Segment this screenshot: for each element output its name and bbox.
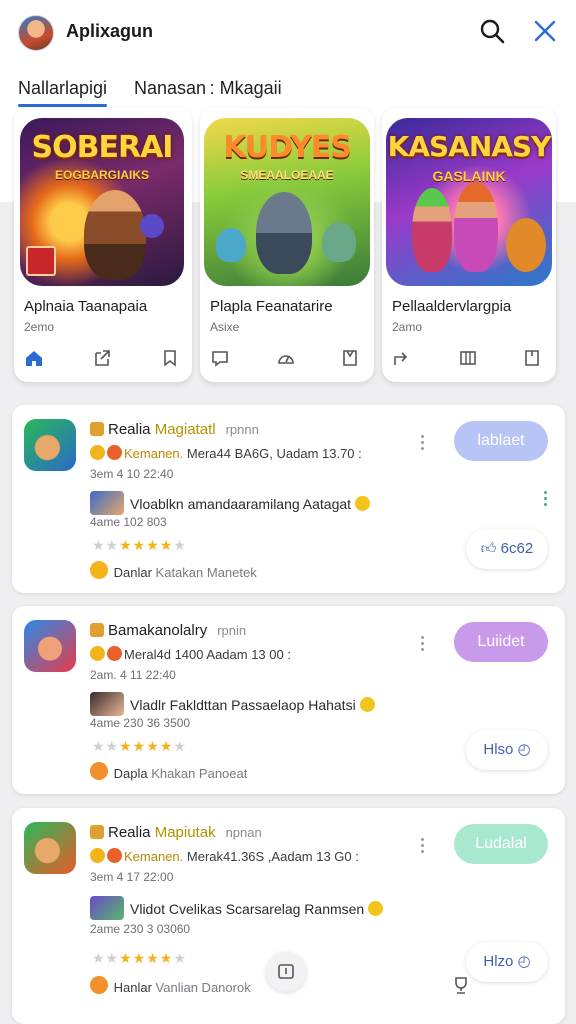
featured-app-sub: Asixe — [210, 320, 240, 334]
developer-line: Hanlar Vanlian Danorok — [90, 976, 251, 995]
result-date: 3em 4 17 22:00 — [90, 870, 174, 884]
artwork-logo-text: KUDYES — [223, 130, 352, 165]
clock-icon: ◴ — [517, 953, 531, 970]
result-title: Realia Magiatatl rpnnn — [90, 421, 259, 438]
artwork-logo-text: KASANASY — [387, 130, 552, 163]
tab-bar: Nallarlapigi Nanasan : Mkagaii — [0, 62, 576, 114]
screen-icon — [278, 964, 294, 979]
result-review: Vladlr Fakldttan Passaelaop Hahatsi — [90, 692, 377, 716]
result-title: Realia Mapiutak npnan — [90, 824, 262, 841]
star-rating: ★★★★★★★ — [92, 738, 187, 754]
developer-line: Dapla Khakan Panoeat — [90, 762, 247, 781]
app-icon — [24, 419, 76, 471]
featured-card-3[interactable]: KASANASY GASLAINK Pellaaldervlargpia 2am… — [382, 108, 556, 382]
featured-actions — [210, 348, 362, 370]
result-review: Vlidot Cvelikas Scarsarelag Ranmsen — [90, 896, 385, 920]
result-count: 4ame 230 36 3500 — [90, 716, 191, 730]
install-button[interactable]: Ludalal — [454, 824, 548, 864]
game-artwork: SOBERAI EOGBARGIAIKS — [20, 118, 184, 286]
featured-app-name: Pellaaldervlargpia — [392, 298, 512, 315]
info-button[interactable]: Hlso ◴ — [466, 730, 548, 770]
columns-icon[interactable] — [458, 348, 478, 368]
app-icon — [24, 620, 76, 672]
gauge-icon[interactable] — [276, 348, 296, 368]
result-meta: Kemanen. Mera44 BA6G, Uadam 13.70 : — [90, 445, 362, 461]
bookmark-icon[interactable] — [160, 348, 180, 368]
result-meta: Meral4d 1400 Aadam 13 00 : — [90, 646, 291, 662]
bookmark-icon[interactable] — [522, 348, 542, 368]
trophy-icon[interactable] — [450, 974, 472, 996]
star-rating: ★★★★★★★ — [92, 537, 187, 553]
clock-icon: ◴ — [517, 741, 531, 758]
install-button[interactable]: lablaet — [454, 421, 548, 461]
avatar[interactable] — [18, 15, 54, 51]
top-app-bar: Aplixagun — [0, 0, 576, 63]
comment-icon[interactable] — [210, 348, 230, 368]
floating-action-button[interactable] — [266, 952, 306, 992]
result-card[interactable]: Bamakanolalry rpnin Meral4d 1400 Aadam 13… — [12, 606, 565, 794]
artwork-subtitle-text: SMEAALOEAAE — [240, 168, 334, 182]
game-artwork: KUDYES SMEAALOEAAE — [204, 118, 370, 286]
bookmark-icon[interactable] — [340, 348, 360, 368]
result-review: Vloablkn amandaaramilang Aatagat — [90, 491, 372, 515]
app-icon — [24, 822, 76, 874]
artwork-subtitle-text: EOGBARGIAIKS — [54, 168, 149, 182]
featured-card-2[interactable]: KUDYES SMEAALOEAAE Plapla Feanatarire As… — [200, 108, 374, 382]
more-options-icon[interactable] — [544, 491, 548, 507]
tab-recommended[interactable]: Nallarlapigi — [18, 78, 108, 107]
close-icon[interactable] — [531, 17, 559, 45]
featured-actions — [24, 348, 180, 370]
result-count: 2ame 230 3 03060 — [90, 922, 191, 936]
share-icon[interactable] — [92, 348, 112, 368]
result-date: 2am. 4 11 22:40 — [90, 668, 176, 682]
featured-card-1[interactable]: SOBERAI EOGBARGIAIKS Aplnaia Taanapaia 2… — [14, 108, 192, 382]
info-button[interactable]: Hlzo ◴ — [466, 942, 548, 982]
featured-app-name: Aplnaia Taanapaia — [24, 298, 148, 315]
like-button[interactable]: 👍︎ 6c62 — [466, 529, 548, 569]
more-options-icon[interactable] — [421, 636, 425, 652]
game-artwork: KASANASY GASLAINK — [386, 118, 552, 286]
home-icon[interactable] — [24, 348, 44, 368]
more-options-icon[interactable] — [421, 435, 425, 451]
result-meta: Kemanen. Merak41.36S ,Aadam 13 G0 : — [90, 848, 359, 864]
result-card[interactable]: Realia Magiatatl rpnnn Kemanen. Mera44 BA… — [12, 405, 565, 593]
featured-actions — [392, 348, 544, 370]
more-options-icon[interactable] — [421, 838, 425, 854]
app-title: Aplixagun — [66, 21, 154, 41]
developer-line: Danlar Katakan Manetek — [90, 561, 257, 580]
search-icon[interactable] — [478, 17, 506, 45]
result-count: 4ame 102 803 — [90, 515, 167, 529]
result-date: 3em 4 10 22:40 — [90, 467, 174, 481]
star-rating: ★★★★★★★ — [92, 950, 187, 966]
featured-app-sub: 2amo — [392, 320, 423, 334]
thumbs-up-icon: 👍︎ — [480, 540, 497, 557]
featured-app-name: Plapla Feanatarire — [210, 298, 333, 315]
install-button[interactable]: Luiidet — [454, 622, 548, 662]
artwork-subtitle-text: GASLAINK — [432, 168, 506, 184]
artwork-logo-text: SOBERAI — [31, 130, 174, 165]
tab-categories[interactable]: Nanasan : Mkagaii — [134, 78, 282, 99]
share-icon[interactable] — [392, 348, 412, 368]
featured-app-sub: 2emo — [24, 320, 55, 334]
result-title: Bamakanolalry rpnin — [90, 622, 246, 639]
